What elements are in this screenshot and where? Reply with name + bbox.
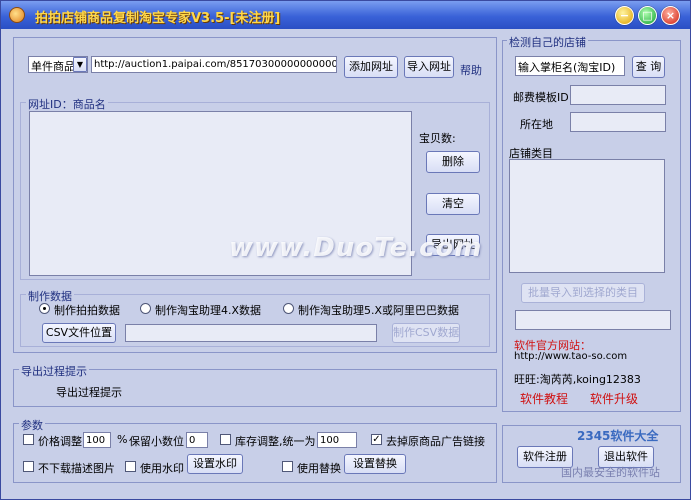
2345-badge-subtitle: 国内最安全的软件站 xyxy=(561,466,660,479)
mode-select-value: 单件商品 xyxy=(31,60,75,73)
close-button[interactable]: × xyxy=(661,6,680,25)
app-icon[interactable] xyxy=(9,7,25,23)
percent-label: % xyxy=(117,433,128,446)
category-list[interactable] xyxy=(509,159,665,273)
set-replace-button[interactable]: 设置替换 xyxy=(344,454,406,474)
add-url-button[interactable]: 添加网址 xyxy=(344,56,398,78)
stock-adjust-checkbox[interactable] xyxy=(220,434,231,445)
remove-ad-checkbox[interactable]: ✓ xyxy=(371,434,382,445)
maximize-icon: □ xyxy=(642,9,653,22)
shop-check-label: 检测自己的店铺 xyxy=(507,34,588,50)
postage-id-input[interactable] xyxy=(570,85,666,105)
make-csv-button[interactable]: 制作CSV数据 xyxy=(392,323,460,343)
radio-taobao4-label: 制作淘宝助理4.X数据 xyxy=(155,304,262,317)
shop-id-input[interactable]: 输入掌柜名(淘宝ID) xyxy=(515,56,625,76)
price-adjust-checkbox[interactable] xyxy=(23,434,34,445)
url-input[interactable]: http://auction1.paipai.com/8517030000000… xyxy=(91,56,337,73)
decimals-label: 保留小数位 xyxy=(129,435,184,448)
watermark-checkbox[interactable] xyxy=(125,461,136,472)
minimize-button[interactable]: − xyxy=(615,6,634,25)
stock-adjust-label: 库存调整,统一为 xyxy=(235,435,316,448)
maximize-button[interactable]: □ xyxy=(638,6,657,25)
wangwang-contact: 旺旺:淘芮芮,koing12383 xyxy=(514,373,641,386)
radio-taobao5-label: 制作淘宝助理5.X或阿里巴巴数据 xyxy=(298,304,460,317)
stock-value: 100 xyxy=(320,435,340,446)
help-link[interactable]: 帮助 xyxy=(460,62,482,78)
query-button[interactable]: 查 询 xyxy=(632,56,665,78)
decimals-value: 0 xyxy=(189,435,196,446)
url-list-label: 网址ID：商品名 xyxy=(26,96,108,112)
csv-path-input[interactable] xyxy=(125,324,377,342)
delete-button[interactable]: 删除 xyxy=(426,151,480,173)
2345-badge: 2345软件大全 xyxy=(577,429,659,443)
csv-location-button[interactable]: CSV文件位置 xyxy=(42,323,116,343)
no-desc-image-label: 不下载描述图片 xyxy=(38,462,115,475)
price-adjust-input[interactable]: 100 xyxy=(83,432,111,448)
set-watermark-button[interactable]: 设置水印 xyxy=(187,454,243,474)
export-progress-message: 导出过程提示 xyxy=(56,386,122,399)
stock-input[interactable]: 100 xyxy=(317,432,357,448)
price-adjust-label: 价格调整 xyxy=(38,435,82,448)
location-input[interactable] xyxy=(570,112,666,132)
params-label: 参数 xyxy=(19,417,45,433)
url-input-value: http://auction1.paipai.com/8517030000000… xyxy=(94,59,336,70)
import-url-button[interactable]: 导入网址 xyxy=(404,56,454,78)
close-icon: × xyxy=(665,9,676,22)
radio-paipai[interactable] xyxy=(39,303,50,314)
watermark-label: 使用水印 xyxy=(140,462,184,475)
tutorial-link[interactable]: 软件教程 xyxy=(520,390,568,407)
price-adjust-value: 100 xyxy=(86,435,106,446)
remove-ad-label: 去掉原商品广告链接 xyxy=(386,435,485,448)
official-site-link[interactable]: http://www.tao-so.com xyxy=(514,351,627,362)
replace-label: 使用替换 xyxy=(297,462,341,475)
item-count-label: 宝贝数: xyxy=(419,132,456,145)
no-desc-image-checkbox[interactable] xyxy=(23,461,34,472)
shop-id-value: 输入掌柜名(淘宝ID) xyxy=(518,61,616,74)
window-title: 拍拍店铺商品复制淘宝专家V3.5-[未注册] xyxy=(35,11,281,26)
upgrade-link[interactable]: 软件升级 xyxy=(590,390,638,407)
clear-button[interactable]: 清空 xyxy=(426,193,480,215)
import-category-button[interactable]: 批量导入到选择的类目 xyxy=(521,283,645,303)
main-window: 拍拍店铺商品复制淘宝专家V3.5-[未注册] − □ × 单件商品 ▼ http… xyxy=(0,0,691,500)
replace-checkbox[interactable] xyxy=(282,461,293,472)
radio-taobao5[interactable] xyxy=(283,303,294,314)
decimals-input[interactable]: 0 xyxy=(186,432,208,448)
radio-taobao4[interactable] xyxy=(140,303,151,314)
mode-dropdown-arrow[interactable]: ▼ xyxy=(73,57,87,72)
radio-paipai-label: 制作拍拍数据 xyxy=(54,304,120,317)
shop-status-box xyxy=(515,310,671,330)
minimize-icon: − xyxy=(619,9,630,22)
duote-watermark: www.DuoTe.com xyxy=(229,233,483,263)
title-bar[interactable]: 拍拍店铺商品复制淘宝专家V3.5-[未注册] − □ × xyxy=(1,1,690,29)
export-progress-label: 导出过程提示 xyxy=(19,363,89,379)
location-label: 所在地 xyxy=(520,118,553,131)
postage-id-label: 邮费模板ID xyxy=(513,91,569,104)
